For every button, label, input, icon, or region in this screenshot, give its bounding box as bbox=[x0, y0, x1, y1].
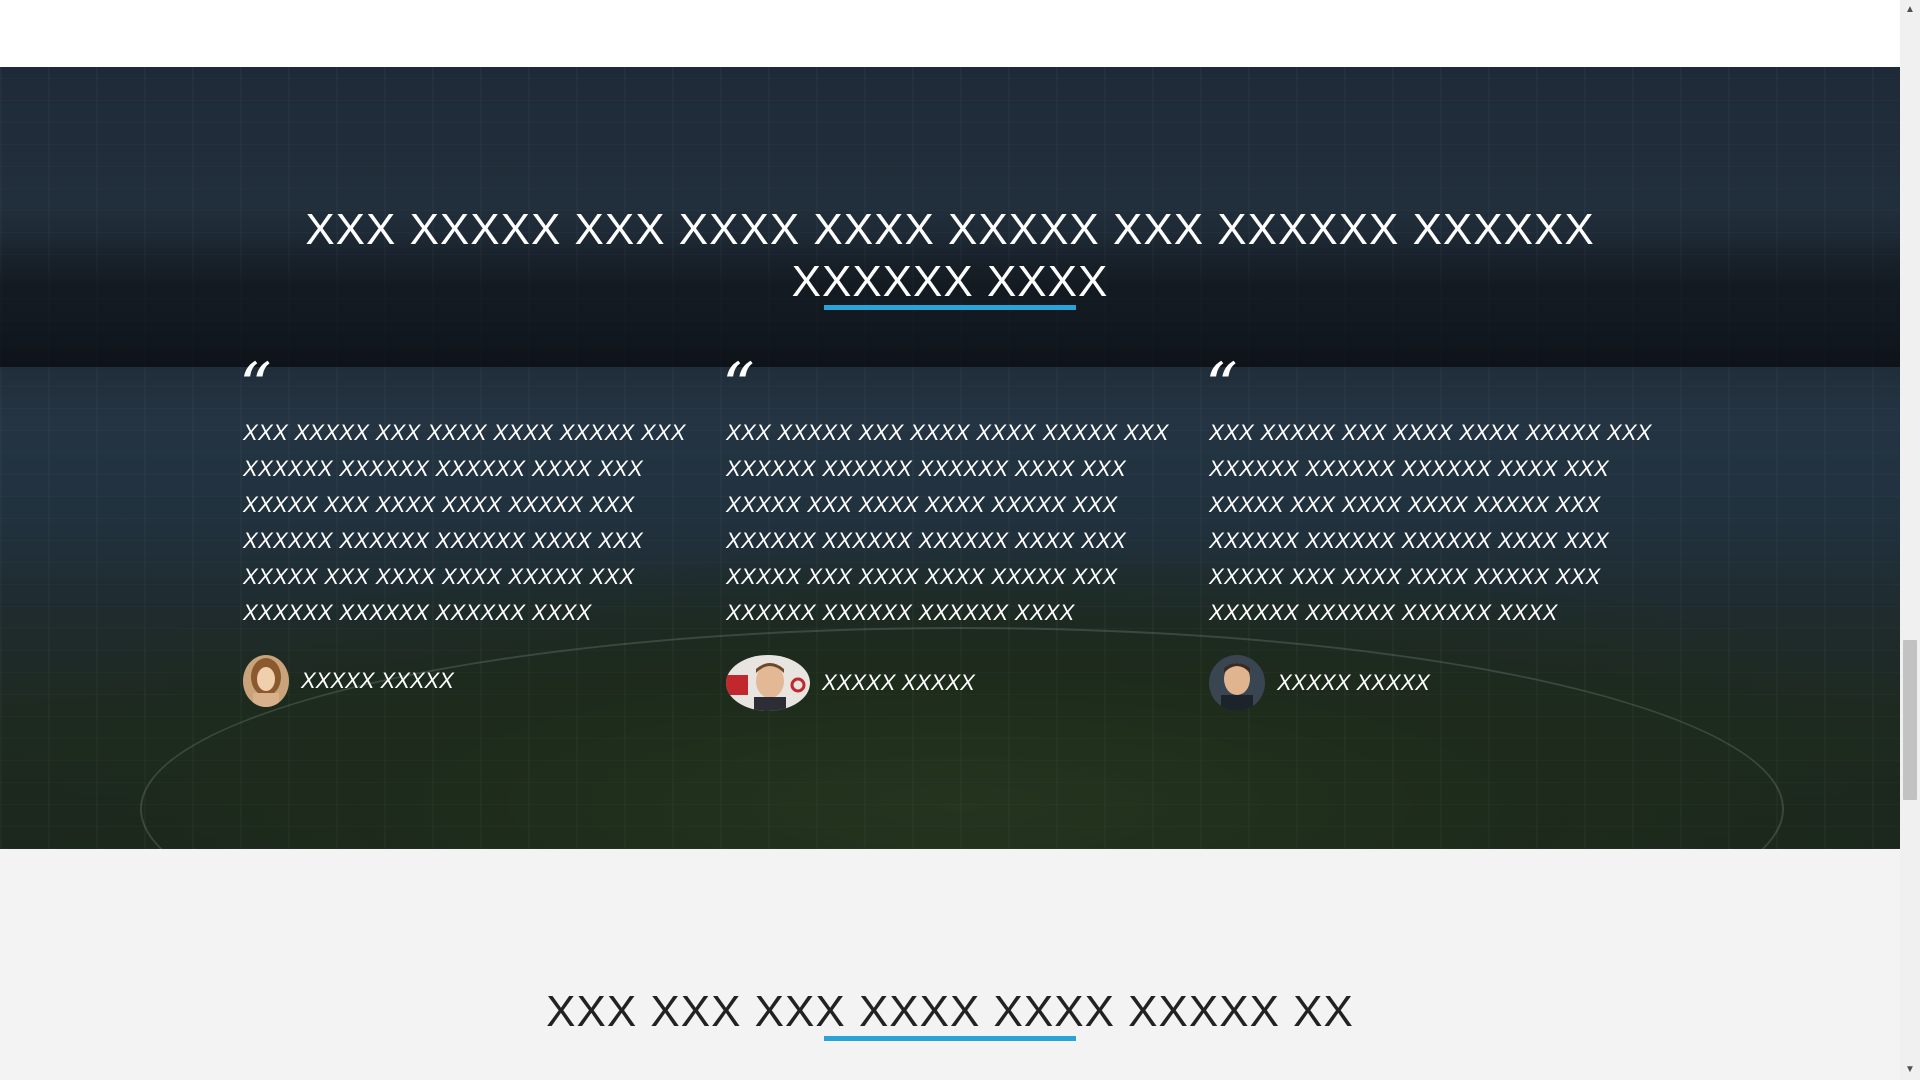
avatar-man-photo-icon bbox=[1209, 655, 1265, 711]
author-name: XXXXX XXXXX bbox=[1277, 670, 1430, 695]
testimonial-author: XXXXX XXXXX bbox=[243, 655, 693, 707]
testimonials-title: XXX XXXXX XXX XXXX XXXX XXXXX XXX XXXXXX… bbox=[305, 204, 1595, 306]
chevron-up-icon[interactable]: ▲ bbox=[1900, 2, 1920, 18]
avatar bbox=[243, 655, 289, 707]
testimonials-section: XXX XXXXX XXX XXXX XXXX XXXXX XXX XXXXXX… bbox=[0, 67, 1900, 849]
top-section-end bbox=[0, 0, 1900, 67]
avatar-woman-photo-icon bbox=[243, 655, 289, 707]
section-title: XXX XXX XXX XXXX XXXX XXXXX XX bbox=[546, 986, 1354, 1036]
testimonial-text: XXX XXXXX XXX XXXX XXXX XXXXX XXX XXXXXX… bbox=[726, 420, 1169, 625]
author-name: XXXXX XXXXX bbox=[822, 670, 975, 695]
testimonial-author: XXXXX XXXXX bbox=[1209, 655, 1659, 711]
title-underline bbox=[824, 1036, 1076, 1041]
quote-mark-icon: “ bbox=[1205, 350, 1238, 424]
next-section: XXX XXX XXX XXXX XXXX XXXXX XX bbox=[0, 849, 1900, 1080]
testimonial-text: XXX XXXXX XXX XXXX XXXX XXXXX XXX XXXXXX… bbox=[243, 420, 686, 625]
testimonial-author: XXXXX XXXXX bbox=[726, 655, 1176, 711]
quote-mark-icon: “ bbox=[722, 350, 755, 424]
scrollbar-thumb[interactable] bbox=[1903, 640, 1917, 800]
quote-mark-icon: “ bbox=[239, 350, 272, 424]
vertical-scrollbar[interactable]: ▲ ▼ bbox=[1900, 0, 1920, 1080]
chevron-down-icon[interactable]: ▼ bbox=[1900, 1062, 1920, 1078]
testimonial-text: XXX XXXXX XXX XXXX XXXX XXXXX XXX XXXXXX… bbox=[1209, 420, 1652, 625]
testimonial-card: “ XXX XXXXX XXX XXXX XXXX XXXXX XXX XXXX… bbox=[1205, 355, 1659, 711]
title-underline bbox=[824, 305, 1076, 310]
testimonial-card: “ XXX XXXXX XXX XXXX XXXX XXXXX XXX XXXX… bbox=[239, 355, 693, 707]
avatar-man-photo-icon bbox=[726, 655, 810, 711]
testimonial-card: “ XXX XXXXX XXX XXXX XXXX XXXXX XXX XXXX… bbox=[722, 355, 1176, 711]
avatar bbox=[1209, 655, 1265, 711]
author-name: XXXXX XXXXX bbox=[301, 668, 454, 693]
page-viewport: XXX XXXXX XXX XXXX XXXX XXXXX XXX XXXXXX… bbox=[0, 0, 1900, 1080]
avatar bbox=[726, 655, 810, 711]
